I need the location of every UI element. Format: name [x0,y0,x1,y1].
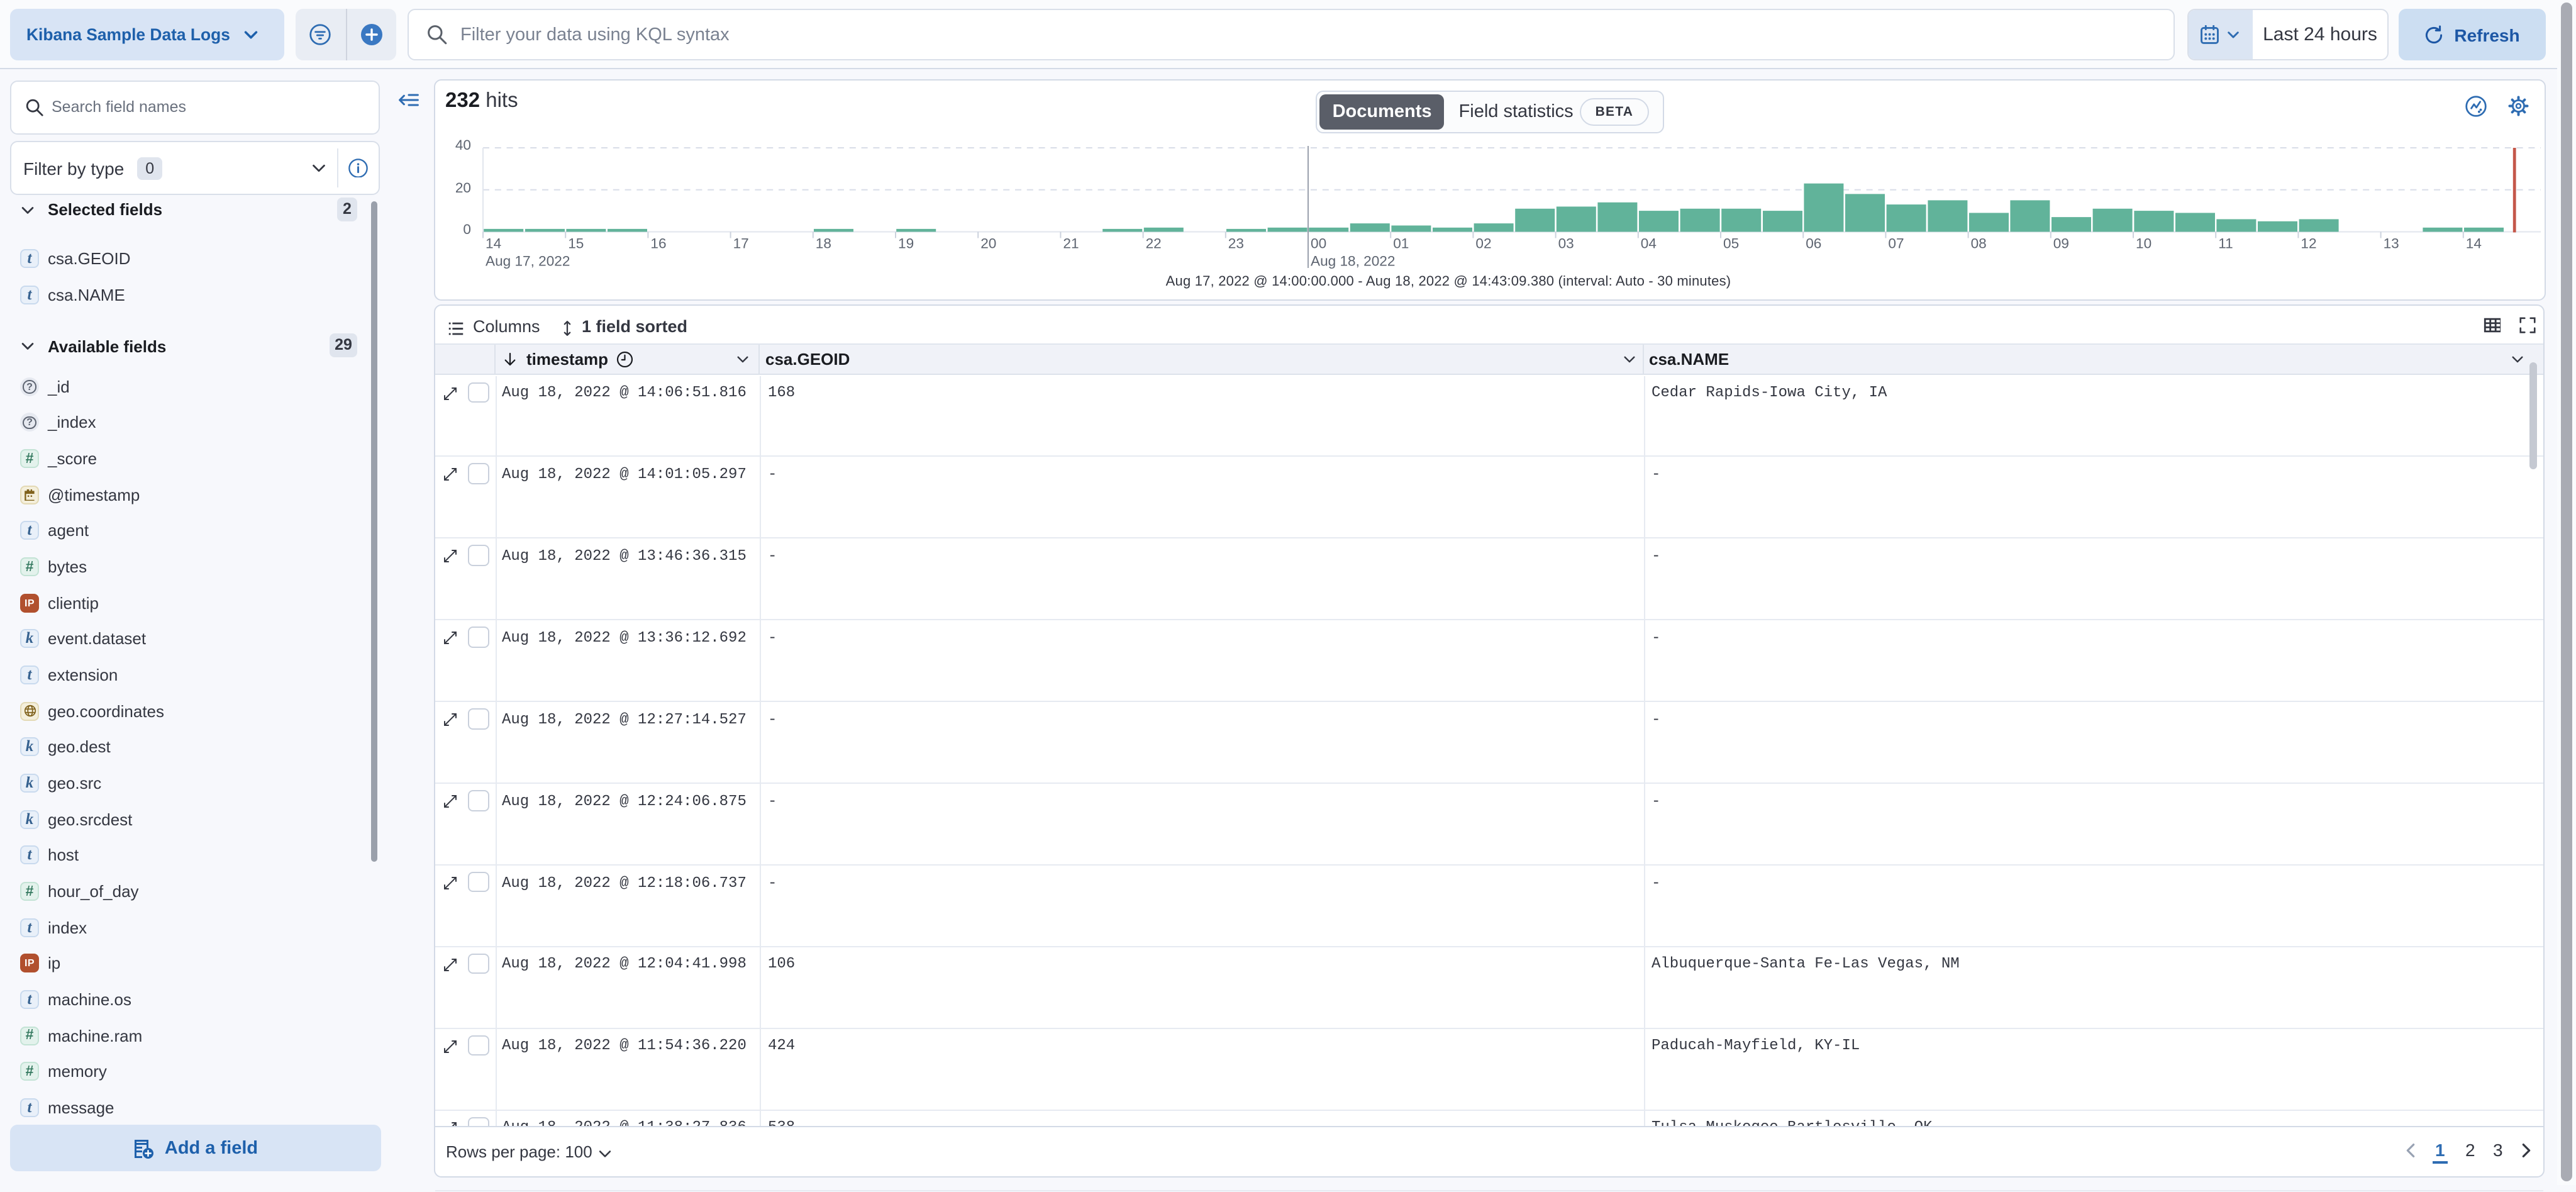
svg-text:21: 21 [1063,235,1079,250]
svg-text:Aug 17, 2022: Aug 17, 2022 [486,252,570,268]
svg-text:14: 14 [2466,235,2482,250]
svg-text:11: 11 [2218,235,2233,250]
svg-text:02: 02 [1475,235,1491,250]
svg-text:Aug 18, 2022: Aug 18, 2022 [1311,252,1395,268]
svg-text:18: 18 [816,235,831,250]
svg-text:04: 04 [1641,235,1657,250]
svg-text:09: 09 [2053,235,2069,250]
svg-text:19: 19 [898,235,914,250]
svg-text:01: 01 [1393,235,1409,250]
svg-text:23: 23 [1228,235,1244,250]
svg-text:13: 13 [2384,235,2399,250]
svg-text:08: 08 [1971,235,1987,250]
svg-text:03: 03 [1558,235,1574,250]
svg-text:17: 17 [733,235,749,250]
svg-text:05: 05 [1723,235,1739,250]
svg-text:22: 22 [1146,235,1162,250]
svg-text:10: 10 [2136,235,2151,250]
svg-text:16: 16 [650,235,666,250]
svg-text:12: 12 [2301,235,2316,250]
svg-text:07: 07 [1888,235,1904,250]
svg-text:00: 00 [1311,235,1326,250]
svg-text:14: 14 [486,235,501,250]
svg-text:06: 06 [1806,235,1821,250]
svg-text:15: 15 [568,235,584,250]
svg-text:20: 20 [980,235,996,250]
